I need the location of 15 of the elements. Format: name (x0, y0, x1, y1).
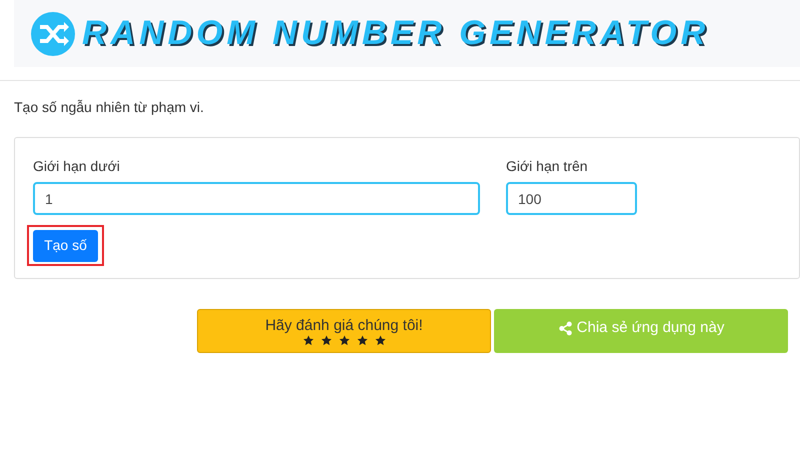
intro-text: Tạo số ngẫu nhiên từ phạm vi. (14, 98, 205, 117)
star-icon (338, 334, 350, 346)
star-icon (374, 334, 386, 346)
app-title: RANDOM NUMBER GENERATOR (82, 13, 710, 54)
shuffle-icon (31, 12, 75, 56)
star-icon (356, 334, 368, 346)
number-input[interactable]: 100 (506, 182, 637, 215)
rate-button[interactable]: Hãy đánh giá chúng tôi! (197, 309, 491, 353)
number-input[interactable]: 1 (33, 182, 480, 215)
field-label: Giới hạn dưới (33, 157, 121, 174)
generate-button[interactable]: Tạo số (33, 230, 98, 262)
star-icon (320, 334, 332, 346)
star-icon (302, 334, 314, 346)
field-label: Giới hạn trên (506, 157, 589, 174)
share-icon (558, 320, 573, 336)
